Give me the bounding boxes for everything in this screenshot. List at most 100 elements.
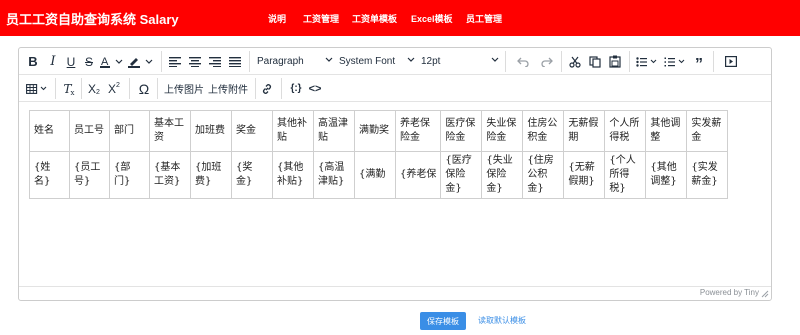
- table-header-cell[interactable]: 住房公积金: [522, 110, 565, 152]
- payslip-table[interactable]: 姓名 员工号 部门 基本工资 加班费 奖金 其他补贴 高温津贴 满勤奖 养老保险…: [29, 110, 729, 199]
- rich-text-editor: B I U S A Paragraph System Font 12pt ” T…: [18, 47, 772, 301]
- table-cell[interactable]: {部门}: [109, 151, 150, 199]
- table-cell[interactable]: {养老保: [394, 151, 442, 199]
- table-header-cell[interactable]: 其他调整: [645, 110, 688, 152]
- top-nav-bar: 员工工资自助查询系统 Salary 说明 工资管理 工资单模板 Excel模板 …: [0, 0, 800, 36]
- table-cell[interactable]: {满勤: [354, 151, 396, 199]
- clear-formatting-icon[interactable]: Tx: [61, 79, 77, 98]
- undo-icon[interactable]: [515, 52, 531, 71]
- powered-by-link[interactable]: Powered by Tiny: [700, 288, 759, 297]
- table-cell[interactable]: {奖金}: [231, 151, 273, 199]
- editor-statusbar: Powered by Tiny: [19, 286, 771, 300]
- table-header-cell[interactable]: 无薪假期: [563, 110, 606, 152]
- upload-image-button[interactable]: 上传图片: [163, 79, 205, 98]
- align-center-icon[interactable]: [187, 52, 203, 71]
- table-header-cell[interactable]: 满勤奖: [354, 110, 396, 152]
- toolbar-separator: [713, 51, 714, 72]
- toolbar-separator: [157, 78, 158, 99]
- preview-icon[interactable]: [723, 52, 739, 71]
- table-header-cell[interactable]: 养老保险金: [394, 110, 442, 152]
- table-header-cell[interactable]: 其他补贴: [272, 110, 314, 152]
- table-cell[interactable]: {医疗保险金}: [440, 151, 483, 199]
- table-cell[interactable]: {失业保险金}: [481, 151, 524, 199]
- highlight-color-icon[interactable]: [127, 52, 155, 71]
- italic-icon[interactable]: I: [45, 52, 61, 71]
- table-header-cell[interactable]: 奖金: [231, 110, 273, 152]
- toolbar-separator: [129, 78, 130, 99]
- strikethrough-icon[interactable]: S: [81, 52, 97, 71]
- toolbar-separator: [55, 78, 56, 99]
- toolbar-separator: [629, 51, 630, 72]
- table-cell[interactable]: {无薪假期}: [563, 151, 606, 199]
- redo-icon[interactable]: [539, 52, 555, 71]
- block-format-select[interactable]: Paragraph: [257, 52, 333, 71]
- toolbar-separator: [249, 51, 250, 72]
- font-family-select[interactable]: System Font: [339, 52, 415, 71]
- template-variable-icon[interactable]: {:}: [287, 79, 305, 98]
- special-character-icon[interactable]: Ω: [135, 79, 153, 98]
- cut-icon[interactable]: [567, 52, 583, 71]
- numbered-list-icon[interactable]: [663, 52, 687, 71]
- table-header-cell[interactable]: 部门: [109, 110, 150, 152]
- app-title: 员工工资自助查询系统 Salary: [6, 12, 179, 27]
- font-size-select[interactable]: 12pt: [421, 52, 499, 71]
- table-cell[interactable]: {员工号}: [69, 151, 110, 199]
- table-header-cell[interactable]: 实发薪金: [686, 110, 729, 152]
- table-cell[interactable]: {加班费}: [190, 151, 232, 199]
- chevron-down-icon: [491, 57, 499, 62]
- table-icon[interactable]: [25, 79, 49, 98]
- nav-item-payslip-template[interactable]: 工资单模板: [352, 12, 397, 25]
- bold-icon[interactable]: B: [25, 52, 41, 71]
- table-header-cell[interactable]: 姓名: [29, 110, 70, 152]
- align-left-icon[interactable]: [167, 52, 183, 71]
- table-row: {姓名} {员工号} {部门} {基本工资} {加班费} {奖金} {其他补贴}…: [29, 151, 729, 199]
- toolbar-separator: [161, 51, 162, 72]
- table-header-cell[interactable]: 员工号: [69, 110, 110, 152]
- table-header-cell[interactable]: 医疗保险金: [440, 110, 483, 152]
- chevron-down-icon: [407, 57, 415, 62]
- table-cell[interactable]: {基本工资}: [149, 151, 191, 199]
- table-header-cell[interactable]: 基本工资: [149, 110, 191, 152]
- save-template-button[interactable]: 保存模板: [420, 312, 466, 330]
- table-cell[interactable]: {姓名}: [29, 151, 70, 199]
- toolbar-separator: [81, 78, 82, 99]
- table-cell[interactable]: {其他调整}: [645, 151, 688, 199]
- subscript-icon[interactable]: X2: [85, 79, 103, 98]
- nav-item-instructions[interactable]: 说明: [268, 12, 286, 25]
- blockquote-icon[interactable]: ”: [691, 52, 707, 73]
- table-header-cell[interactable]: 加班费: [190, 110, 232, 152]
- underline-icon[interactable]: U: [63, 52, 79, 71]
- toolbar-separator: [505, 51, 506, 72]
- resize-handle-icon[interactable]: [761, 290, 769, 298]
- link-icon[interactable]: [259, 79, 275, 98]
- nav-item-employee-management[interactable]: 员工管理: [466, 12, 502, 25]
- align-right-icon[interactable]: [207, 52, 223, 71]
- superscript-icon[interactable]: X2: [105, 79, 123, 98]
- table-cell[interactable]: {高温津贴}: [313, 151, 355, 199]
- table-header-cell[interactable]: 个人所得税: [604, 110, 647, 152]
- bullet-list-icon[interactable]: [635, 52, 659, 71]
- table-cell[interactable]: {个人所得税}: [604, 151, 647, 199]
- table-cell[interactable]: {住房公积金}: [522, 151, 565, 199]
- table-header-cell[interactable]: 失业保险金: [481, 110, 524, 152]
- source-code-icon[interactable]: <>: [307, 79, 323, 98]
- table-header-row: 姓名 员工号 部门 基本工资 加班费 奖金 其他补贴 高温津贴 满勤奖 养老保险…: [29, 110, 729, 152]
- paste-icon[interactable]: [607, 52, 623, 71]
- font-family-value: System Font: [339, 56, 396, 67]
- text-color-icon[interactable]: A: [99, 52, 125, 71]
- load-default-template-link[interactable]: 读取默认模板: [478, 315, 526, 326]
- nav-item-excel-template[interactable]: Excel模板: [411, 12, 453, 25]
- table-cell[interactable]: {实发薪金}: [686, 151, 729, 199]
- editor-content-area[interactable]: 姓名 员工号 部门 基本工资 加班费 奖金 其他补贴 高温津贴 满勤奖 养老保险…: [19, 102, 771, 286]
- table-header-cell[interactable]: 高温津贴: [313, 110, 355, 152]
- table-cell[interactable]: {其他补贴}: [272, 151, 314, 199]
- align-justify-icon[interactable]: [227, 52, 243, 71]
- upload-attachment-button[interactable]: 上传附件: [207, 79, 249, 98]
- font-size-value: 12pt: [421, 56, 441, 67]
- copy-icon[interactable]: [587, 52, 603, 71]
- nav-item-salary-management[interactable]: 工资管理: [303, 12, 339, 25]
- block-format-value: Paragraph: [257, 56, 304, 67]
- toolbar-row-secondary: Tx X2 X2 Ω 上传图片 上传附件 {:} <>: [19, 75, 771, 102]
- toolbar-row-primary: B I U S A Paragraph System Font 12pt ”: [19, 48, 771, 75]
- chevron-down-icon: [325, 57, 333, 62]
